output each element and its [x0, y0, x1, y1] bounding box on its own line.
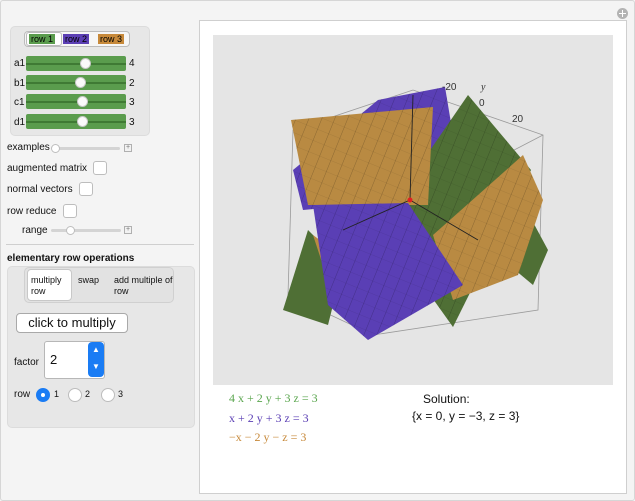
- solution-value: {x = 0, y = −3, z = 3}: [412, 409, 520, 423]
- slider-d1-value: 3: [129, 117, 135, 128]
- planes-3d-plot[interactable]: -20 y 0 20: [213, 35, 613, 385]
- row-tab-bar: row 1 row 2 row 3: [24, 31, 130, 47]
- tab-swap[interactable]: swap: [78, 275, 99, 286]
- examples-slider[interactable]: [52, 147, 120, 150]
- slider-c1-label: c1: [14, 97, 25, 108]
- slider-d1-knob[interactable]: [77, 116, 88, 127]
- factor-input[interactable]: 2 ▲ ▼: [44, 341, 105, 379]
- augmented-matrix-label: augmented matrix: [7, 163, 88, 174]
- slider-d1-label: d1: [14, 117, 26, 128]
- normal-vectors-checkbox[interactable]: [79, 182, 93, 196]
- row-radio-1[interactable]: [36, 388, 50, 402]
- range-plus-icon[interactable]: +: [124, 226, 132, 234]
- slider-a1-knob[interactable]: [80, 58, 91, 69]
- equation-row-2: x + 2 y + 3 z = 3: [229, 411, 309, 425]
- slider-c1[interactable]: [26, 94, 126, 109]
- tab-multiply-row[interactable]: multiply row: [31, 275, 71, 297]
- row-reduce-checkbox[interactable]: [63, 204, 77, 218]
- slider-b1[interactable]: [26, 75, 126, 90]
- row-radio-1-label: 1: [54, 389, 60, 399]
- tab-row-2[interactable]: row 2: [63, 34, 90, 44]
- range-label: range: [22, 225, 48, 236]
- tab-row-1[interactable]: row 1: [29, 34, 56, 44]
- tick-label-20: 20: [512, 114, 524, 125]
- row-radio-2[interactable]: [68, 388, 82, 402]
- stepper-up-icon[interactable]: ▲: [88, 342, 104, 359]
- factor-value: 2: [50, 352, 58, 367]
- expand-plus-icon[interactable]: [617, 8, 628, 19]
- factor-stepper[interactable]: ▲ ▼: [88, 342, 104, 377]
- tick-label-neg20: -20: [442, 82, 457, 93]
- normal-vectors-label: normal vectors: [7, 184, 73, 195]
- slider-d1[interactable]: [26, 114, 126, 129]
- slider-a1-value: 4: [129, 58, 135, 69]
- tick-label-0: 0: [479, 98, 485, 109]
- tab-add-multiple-of-row[interactable]: add multiple of row: [114, 275, 174, 297]
- solution-title: Solution:: [423, 392, 470, 406]
- range-slider[interactable]: [51, 229, 121, 232]
- row-operations-title: elementary row operations: [7, 253, 135, 264]
- row-radio-3[interactable]: [101, 388, 115, 402]
- slider-c1-knob[interactable]: [77, 96, 88, 107]
- multiply-button[interactable]: click to multiply: [16, 313, 128, 333]
- row-select-label: row: [14, 389, 31, 400]
- slider-a1-label: a1: [14, 58, 26, 69]
- equation-row-3: −x − 2 y − z = 3: [229, 430, 307, 444]
- solution-point: [407, 197, 413, 203]
- examples-plus-icon[interactable]: +: [124, 144, 132, 152]
- tab-row-3[interactable]: row 3: [98, 34, 125, 44]
- augmented-matrix-checkbox[interactable]: [93, 161, 107, 175]
- examples-label: examples: [7, 142, 50, 153]
- slider-b1-label: b1: [14, 78, 26, 89]
- section-divider: [6, 244, 194, 245]
- factor-label: factor: [14, 357, 40, 368]
- slider-b1-value: 2: [129, 78, 135, 89]
- slider-b1-knob[interactable]: [75, 77, 86, 88]
- examples-slider-knob[interactable]: [51, 144, 60, 153]
- row-radio-3-label: 3: [118, 389, 124, 399]
- row-radio-2-label: 2: [85, 389, 91, 399]
- row-reduce-label: row reduce: [7, 206, 57, 217]
- stepper-down-icon[interactable]: ▼: [88, 359, 104, 376]
- slider-c1-value: 3: [129, 97, 135, 108]
- equation-row-1: 4 x + 2 y + 3 z = 3: [229, 391, 318, 405]
- slider-a1[interactable]: [26, 56, 126, 71]
- range-slider-knob[interactable]: [66, 226, 75, 235]
- axis-label-y: y: [480, 82, 486, 93]
